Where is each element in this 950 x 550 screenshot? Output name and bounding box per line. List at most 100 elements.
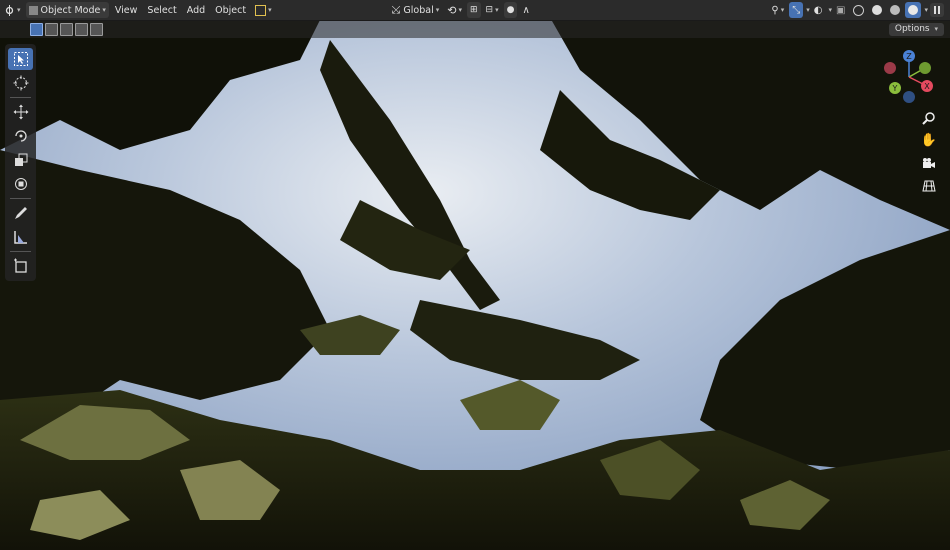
y-axis-handle[interactable]: [919, 62, 931, 74]
orientation-icon: ⤩: [391, 3, 401, 16]
chevron-down-icon[interactable]: ▾: [806, 6, 810, 14]
pivot-point-dropdown[interactable]: ⟲ ▾: [444, 2, 465, 18]
select-extend-icon[interactable]: [45, 23, 58, 36]
chevron-down-icon[interactable]: ▾: [829, 6, 833, 14]
cursor-object-icon: [255, 4, 267, 16]
shading-solid[interactable]: [869, 2, 885, 18]
navigation-gizmo[interactable]: Z Y X: [880, 48, 938, 106]
tool-select-box[interactable]: [8, 48, 33, 70]
proportional-icon: ●: [506, 5, 515, 15]
pause-render-button[interactable]: [930, 3, 944, 17]
toolbar-separator: [10, 251, 31, 252]
add-cube-icon: [13, 258, 27, 273]
tool-annotate[interactable]: [8, 202, 33, 224]
visibility-icon: ⚲: [771, 4, 779, 16]
tool-scale[interactable]: [8, 149, 33, 171]
chevron-down-icon: ▾: [934, 25, 938, 33]
pan-hand-icon: ✋: [920, 132, 938, 148]
options-dropdown[interactable]: Options ▾: [888, 23, 944, 36]
options-label: Options: [894, 24, 930, 34]
solid-shading-icon: [872, 5, 883, 15]
gizmo-toggle[interactable]: ⤡: [789, 2, 804, 18]
falloff-curve-icon: ∧: [522, 4, 530, 16]
rotate-icon: [14, 130, 27, 142]
orientation-dropdown[interactable]: ⤩ Global ▾: [389, 2, 443, 18]
orientation-label: Global: [403, 4, 434, 16]
select-intersect-icon[interactable]: [90, 23, 103, 36]
object-type-filter[interactable]: ▾: [252, 2, 275, 18]
chevron-down-icon: ▾: [435, 6, 440, 14]
select-invert-icon[interactable]: [75, 23, 88, 36]
select-box-icon: [13, 52, 28, 66]
annotate-icon: [14, 207, 27, 219]
overlays-toggle[interactable]: ◐: [811, 2, 826, 18]
tool-measure[interactable]: [8, 226, 33, 248]
chevron-down-icon: ▾: [17, 6, 21, 14]
mode-label: Object Mode: [40, 4, 101, 16]
measure-icon: [13, 231, 27, 244]
shading-material[interactable]: [887, 2, 903, 18]
cursor-icon: [13, 75, 28, 91]
tool-transform[interactable]: [8, 173, 33, 195]
shading-wireframe[interactable]: [850, 2, 867, 18]
xray-toggle[interactable]: ▣: [833, 2, 848, 18]
x-axis-label: X: [924, 82, 930, 91]
wireframe-shading-icon: [853, 4, 865, 16]
y-axis-label: Y: [892, 84, 898, 93]
tool-add-cube[interactable]: [8, 255, 33, 277]
tool-cursor[interactable]: [8, 72, 33, 94]
snap-increment-icon: ⊟: [485, 5, 494, 15]
snap-icon: ⊞: [469, 5, 478, 15]
mode-dropdown[interactable]: Object Mode ▾: [25, 2, 109, 18]
menu-object[interactable]: Object: [210, 5, 251, 16]
snap-toggle[interactable]: ⊞: [466, 2, 481, 18]
proportional-editing-toggle[interactable]: ●: [503, 2, 518, 18]
falloff-dropdown[interactable]: ∧: [519, 2, 532, 18]
pan-button[interactable]: ✋: [918, 130, 940, 150]
chevron-down-icon: ▾: [102, 6, 106, 14]
viewport-header: ▾ Object Mode ▾ View Select Add Object ▾…: [0, 0, 950, 21]
toolbar-separator: [10, 97, 31, 98]
visibility-dropdown[interactable]: ⚲ ▾: [768, 2, 787, 18]
neg-x-axis-handle[interactable]: [884, 62, 896, 74]
selection-mode-group: [30, 23, 105, 36]
chevron-down-icon: ▾: [495, 6, 499, 14]
select-subtract-icon[interactable]: [60, 23, 73, 36]
object-mode-icon: [28, 5, 38, 15]
z-axis-label: Z: [906, 52, 912, 61]
zoom-icon: [922, 112, 935, 125]
scene-render: [0, 0, 950, 550]
gizmo-icon: ⤡: [792, 4, 801, 16]
menu-view[interactable]: View: [110, 5, 143, 16]
zoom-button[interactable]: [918, 108, 940, 128]
shading-rendered[interactable]: [905, 2, 922, 18]
tool-shelf: [5, 44, 36, 281]
xray-icon: ▣: [836, 4, 846, 16]
pause-icon: [934, 6, 940, 14]
chevron-down-icon: ▾: [458, 6, 462, 14]
camera-view-icon: [923, 158, 935, 168]
material-shading-icon: [890, 5, 901, 15]
perspective-toggle[interactable]: [918, 176, 940, 196]
select-new-icon[interactable]: [30, 23, 43, 36]
chevron-down-icon[interactable]: ▾: [924, 6, 928, 14]
camera-view-button[interactable]: [918, 154, 940, 174]
neg-z-axis-handle[interactable]: [903, 91, 915, 103]
overlays-icon: ◐: [813, 4, 823, 16]
chevron-down-icon: ▾: [780, 6, 785, 14]
transform-icon: [14, 178, 27, 190]
chevron-down-icon: ▾: [268, 6, 272, 14]
scale-icon: [14, 153, 27, 166]
tool-rotate[interactable]: [8, 125, 33, 147]
menu-add[interactable]: Add: [182, 5, 210, 16]
orthographic-grid-icon: [922, 180, 936, 192]
move-icon: [13, 104, 28, 120]
toolbar-separator: [10, 198, 31, 199]
editor-type-icon: [5, 4, 14, 16]
menu-select[interactable]: Select: [142, 5, 181, 16]
snap-target-dropdown[interactable]: ⊟ ▾: [483, 2, 502, 18]
3d-viewport[interactable]: ▾ Object Mode ▾ View Select Add Object ▾…: [0, 0, 950, 550]
editor-type-button[interactable]: ▾: [1, 2, 24, 18]
rendered-shading-icon: [908, 5, 919, 15]
tool-move[interactable]: [8, 101, 33, 123]
